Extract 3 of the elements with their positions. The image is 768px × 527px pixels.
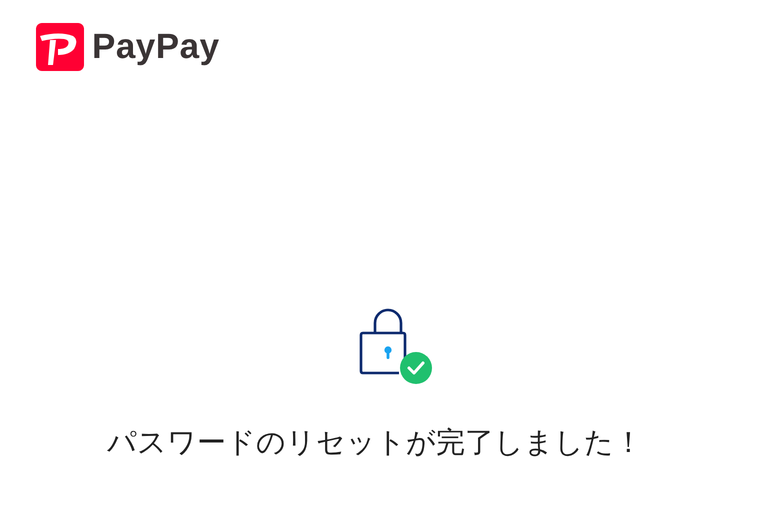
logo-text: PayPay [92,27,220,67]
success-message: パスワードのリセットが完了しました！ [107,424,643,461]
logo-icon [36,23,84,71]
